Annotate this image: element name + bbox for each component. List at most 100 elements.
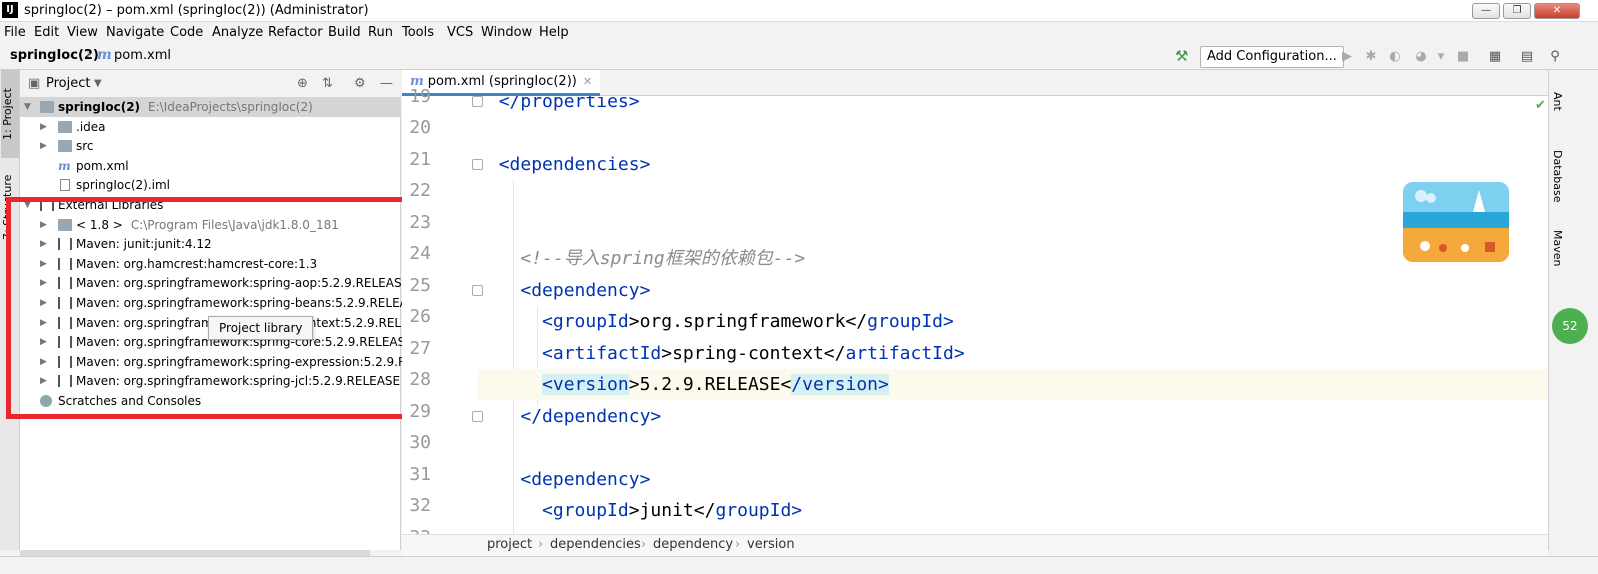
code-line: <groupId>junit</groupId> — [542, 500, 803, 521]
breadcrumb-project[interactable]: project — [487, 535, 532, 555]
profile-icon[interactable]: ◕ — [1412, 48, 1430, 66]
close-button[interactable]: ✕ — [1534, 3, 1580, 19]
chevron-right-icon: › — [735, 537, 741, 552]
line-number: 31 — [409, 464, 431, 485]
menu-code[interactable]: Code — [170, 25, 203, 40]
line-number: 21 — [409, 149, 431, 170]
check-icon: ✔ — [1535, 98, 1546, 113]
menu-bar: File Edit View Navigate Code Analyze Ref… — [0, 22, 1598, 44]
nav-file[interactable]: pom.xml — [114, 48, 171, 63]
code-line: <dependencies> — [498, 154, 651, 175]
run-icon[interactable]: ▶ — [1338, 48, 1356, 66]
code-area[interactable]: </properties> <dependencies> <!--导入sprin… — [477, 96, 1548, 534]
layout-icon[interactable]: ▤ — [1518, 48, 1536, 66]
code-line: <dependency> — [520, 469, 651, 490]
project-panel-title[interactable]: Project — [46, 76, 90, 91]
chevron-right-icon[interactable]: ▶ — [40, 117, 50, 137]
line-number: 32 — [409, 495, 431, 516]
coverage-icon[interactable]: ◐ — [1386, 48, 1404, 66]
line-number: 23 — [409, 212, 431, 233]
build-hammer-icon[interactable]: ⚒ — [1175, 47, 1188, 65]
window-title: springIoc(2) – pom.xml (springIoc(2)) (A… — [24, 3, 369, 18]
line-number: 24 — [409, 243, 431, 264]
line-number: 19 — [409, 86, 431, 107]
hide-icon[interactable]: — — [380, 76, 393, 91]
line-number: 28 — [409, 369, 431, 390]
gear-icon[interactable]: ⚙ — [354, 76, 366, 91]
code-line: <dependency> — [520, 280, 651, 301]
module-folder-icon — [40, 101, 54, 113]
chevron-down-icon[interactable]: ▼ — [24, 97, 34, 117]
tree-item-label: springIoc(2) — [58, 100, 141, 114]
chevron-down-icon[interactable]: ▾ — [1432, 48, 1450, 66]
menu-analyze[interactable]: Analyze — [212, 25, 263, 40]
tab-maven[interactable]: Maven — [1551, 230, 1564, 266]
notification-badge[interactable]: 52 — [1552, 308, 1588, 344]
editor-gutter: 19 20 21 22 23 24 25 26 27 28 29 30 31 3… — [402, 86, 483, 548]
minimize-button[interactable]: — — [1472, 3, 1500, 19]
maven-file-icon: m — [58, 159, 71, 173]
line-number: 29 — [409, 401, 431, 422]
debug-icon[interactable]: ✱ — [1362, 48, 1380, 66]
line-number: 30 — [409, 432, 431, 453]
menu-edit[interactable]: Edit — [34, 25, 59, 40]
editor-panel: m pom.xml (springIoc(2)) ✕ 19 20 21 22 23 … — [402, 70, 1548, 556]
folder-icon — [58, 121, 72, 133]
stop-icon[interactable]: ■ — [1454, 48, 1472, 66]
tree-item-project-root[interactable]: ▼ springIoc(2) E:\IdeaProjects\springIoc(… — [20, 97, 401, 117]
add-configuration-button[interactable]: Add Configuration... — [1200, 46, 1344, 68]
right-tool-strip: ✔ Ant Database Maven 52 — [1535, 70, 1598, 550]
editor-tab-bar: m pom.xml (springIoc(2)) ✕ — [402, 70, 1548, 96]
collapse-all-icon[interactable]: ⇅ — [322, 76, 333, 91]
tree-item-label: pom.xml — [76, 159, 129, 173]
tree-item-iml[interactable]: springIoc(2).iml — [20, 175, 401, 195]
locate-icon[interactable]: ⊕ — [297, 76, 308, 91]
folder-icon — [58, 140, 72, 152]
line-number: 26 — [409, 306, 431, 327]
breadcrumb-version[interactable]: version — [747, 535, 795, 555]
navigation-bar: springIoc(2) › m pom.xml ⚒ Add Configura… — [0, 44, 1598, 70]
menu-view[interactable]: View — [67, 25, 98, 40]
menu-navigate[interactable]: Navigate — [106, 25, 164, 40]
code-line: </properties> — [498, 96, 640, 112]
project-structure-icon[interactable]: ▦ — [1486, 48, 1504, 66]
project-panel-header: ▣ Project ▼ ⊕ ⇅ ⚙ — — [20, 70, 401, 98]
code-line: <!--导入spring框架的依赖包--> — [520, 248, 806, 269]
chevron-right-icon[interactable]: ▶ — [40, 136, 50, 156]
project-view-icon: ▣ — [28, 76, 41, 91]
tree-item-label: springIoc(2).iml — [76, 178, 171, 192]
menu-vcs[interactable]: VCS — [447, 25, 473, 40]
tree-item-label: src — [76, 139, 94, 153]
tab-ant[interactable]: Ant — [1551, 92, 1564, 111]
menu-tools[interactable]: Tools — [402, 25, 434, 40]
close-icon[interactable]: ✕ — [583, 75, 592, 88]
beach-widget-image — [1403, 182, 1509, 262]
maven-file-icon: m — [97, 47, 112, 63]
tab-pom-xml[interactable]: m pom.xml (springIoc(2)) ✕ — [402, 70, 601, 96]
code-line: <artifactId>spring-context</artifactId> — [542, 343, 965, 364]
tree-item-idea[interactable]: ▶ .idea — [20, 117, 401, 137]
menu-file[interactable]: File — [4, 25, 26, 40]
tab-project[interactable]: 1: Project — [1, 70, 19, 158]
chevron-right-icon: › — [86, 47, 92, 62]
menu-window[interactable]: Window — [481, 25, 532, 40]
restore-button[interactable]: ❐ — [1503, 3, 1531, 19]
breadcrumb-dependency[interactable]: dependency — [653, 535, 733, 555]
menu-build[interactable]: Build — [328, 25, 361, 40]
line-number: 25 — [409, 275, 431, 296]
status-bar — [0, 556, 1598, 574]
breadcrumb-dependencies[interactable]: dependencies — [550, 535, 641, 555]
search-icon[interactable]: ⚲ — [1546, 48, 1564, 66]
chevron-right-icon: › — [538, 537, 544, 552]
chevron-down-icon[interactable]: ▼ — [94, 78, 102, 89]
menu-help[interactable]: Help — [539, 25, 569, 40]
tree-item-pom[interactable]: m pom.xml — [20, 156, 401, 176]
menu-refactor[interactable]: Refactor — [268, 25, 323, 40]
code-line: <groupId>org.springframework</groupId> — [542, 311, 954, 332]
tab-label: pom.xml (springIoc(2)) — [427, 74, 577, 89]
tooltip: Project library — [208, 316, 314, 340]
tree-item-path: E:\IdeaProjects\springIoc(2) — [148, 100, 313, 114]
tree-item-src[interactable]: ▶ src — [20, 136, 401, 156]
menu-run[interactable]: Run — [368, 25, 393, 40]
tab-database[interactable]: Database — [1551, 150, 1564, 203]
